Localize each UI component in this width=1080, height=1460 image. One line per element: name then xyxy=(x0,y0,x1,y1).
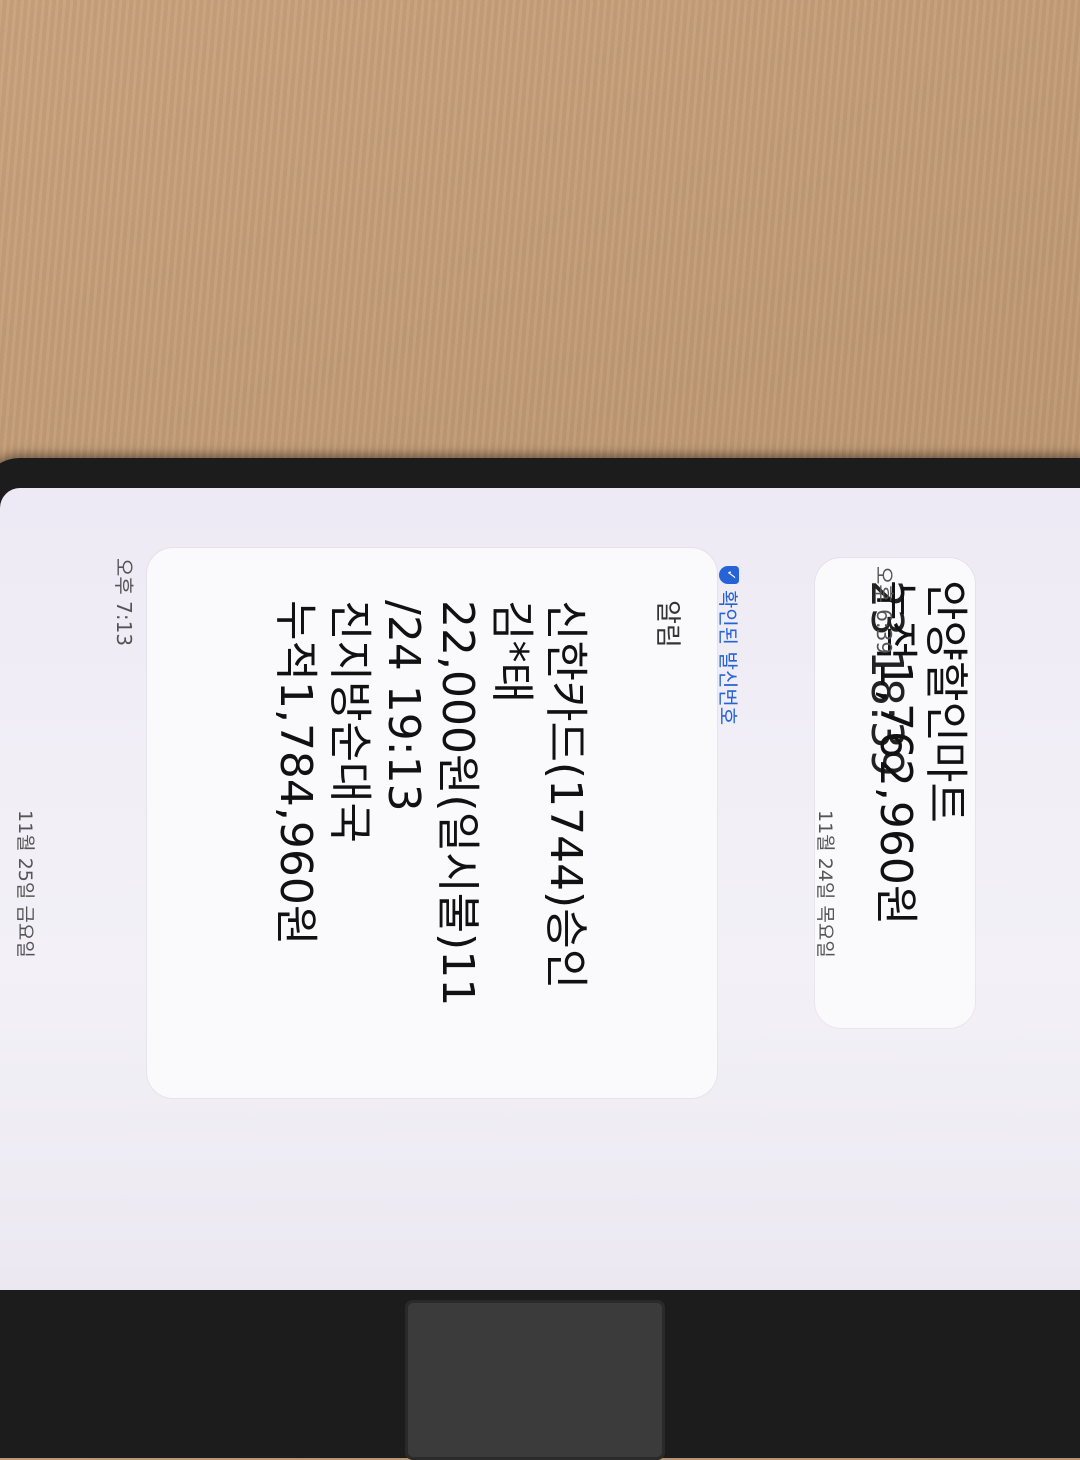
message-line-3: 22,000원(일시불)11 xyxy=(432,600,483,1007)
message-line-2: 김*태 xyxy=(486,600,537,703)
message-line-4: /24 19:13 xyxy=(378,600,429,812)
messages-view: 23 18:39 안양할인마트 누적1,762,960원 오후 6:39 11월… xyxy=(0,488,1080,1288)
phone-screen: 23 18:39 안양할인마트 누적1,762,960원 오후 6:39 11월… xyxy=(0,488,1080,1290)
message-label: 알림 xyxy=(652,600,682,648)
date-separator-nov24: 11월 24일 목요일 xyxy=(814,810,836,958)
message-line-6: 누적1,784,960원 xyxy=(270,600,321,946)
date-separator-nov25: 11월 25일 금요일 xyxy=(14,810,36,958)
verified-sender[interactable]: ✓ 확인된 발신번호 xyxy=(715,566,744,725)
previous-message-time: 오후 6:39 xyxy=(872,566,896,655)
previous-message-line-1: 안양할인마트 xyxy=(920,580,971,823)
message-line-1: 신한카드(1744)승인 xyxy=(540,600,591,990)
shield-check-icon: ✓ xyxy=(719,566,740,584)
phone-case-strap xyxy=(405,1300,665,1460)
verified-sender-label: 확인된 발신번호 xyxy=(716,590,740,726)
message-line-5: 진지방순대국 xyxy=(324,600,375,843)
message-time: 오후 7:13 xyxy=(112,558,136,647)
